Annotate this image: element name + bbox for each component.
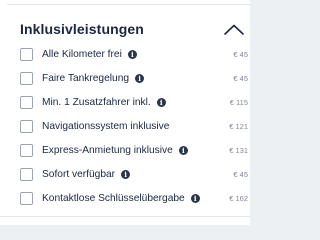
- filter-label: Min. 1 Zusatzfahrer inkl.: [42, 96, 151, 108]
- filter-price: € 131: [229, 145, 248, 155]
- filter-price: € 115: [229, 97, 248, 107]
- filter-label: Kontaktlose Schlüsselübergabe: [42, 192, 185, 204]
- filter-label: Navigationssystem inklusive: [42, 120, 170, 132]
- filter-item-faire-tankregelung[interactable]: Faire Tankregelung i € 45: [20, 66, 248, 90]
- bottom-divider: [0, 216, 250, 217]
- section-title: Inklusivleistungen: [20, 21, 144, 37]
- info-icon[interactable]: i: [127, 49, 137, 59]
- checkbox[interactable]: [20, 47, 33, 61]
- filter-panel: Inklusivleistungen Alle Kilometer frei i…: [0, 0, 250, 225]
- info-icon[interactable]: i: [121, 169, 131, 179]
- filter-price: € 121: [229, 121, 248, 131]
- filter-item-navigationssystem[interactable]: Navigationssystem inklusive € 121: [20, 114, 248, 138]
- filter-label: Alle Kilometer frei: [42, 48, 122, 60]
- filter-item-sofort-verfuegbar[interactable]: Sofort verfügbar i € 45: [20, 162, 248, 186]
- filter-price: € 45: [233, 49, 248, 59]
- filter-price: € 162: [229, 193, 248, 203]
- checkbox[interactable]: [20, 119, 33, 133]
- checkbox[interactable]: [20, 167, 33, 181]
- chevron-up-icon[interactable]: [224, 23, 244, 35]
- filter-price: € 45: [233, 169, 248, 179]
- section-header[interactable]: Inklusivleistungen: [20, 14, 250, 44]
- info-icon[interactable]: i: [135, 73, 145, 83]
- checkbox[interactable]: [20, 143, 33, 157]
- filter-list: Alle Kilometer frei i € 45 Faire Tankreg…: [20, 42, 248, 210]
- top-divider: [7, 4, 250, 5]
- filter-label: Express-Anmietung inklusive: [42, 144, 173, 156]
- info-icon[interactable]: i: [156, 97, 166, 107]
- filter-item-alle-kilometer-frei[interactable]: Alle Kilometer frei i € 45: [20, 42, 248, 66]
- filter-label: Faire Tankregelung: [42, 72, 130, 84]
- filter-item-zusatzfahrer[interactable]: Min. 1 Zusatzfahrer inkl. i € 115: [20, 90, 248, 114]
- checkbox[interactable]: [20, 95, 33, 109]
- info-icon[interactable]: i: [178, 145, 188, 155]
- info-icon[interactable]: i: [190, 193, 200, 203]
- checkbox[interactable]: [20, 191, 33, 205]
- filter-price: € 45: [233, 73, 248, 83]
- filter-item-express-anmietung[interactable]: Express-Anmietung inklusive i € 131: [20, 138, 248, 162]
- filter-label: Sofort verfügbar: [42, 168, 116, 180]
- filter-item-kontaktlose-schluesseluebergabe[interactable]: Kontaktlose Schlüsselübergabe i € 162: [20, 186, 248, 210]
- checkbox[interactable]: [20, 71, 33, 85]
